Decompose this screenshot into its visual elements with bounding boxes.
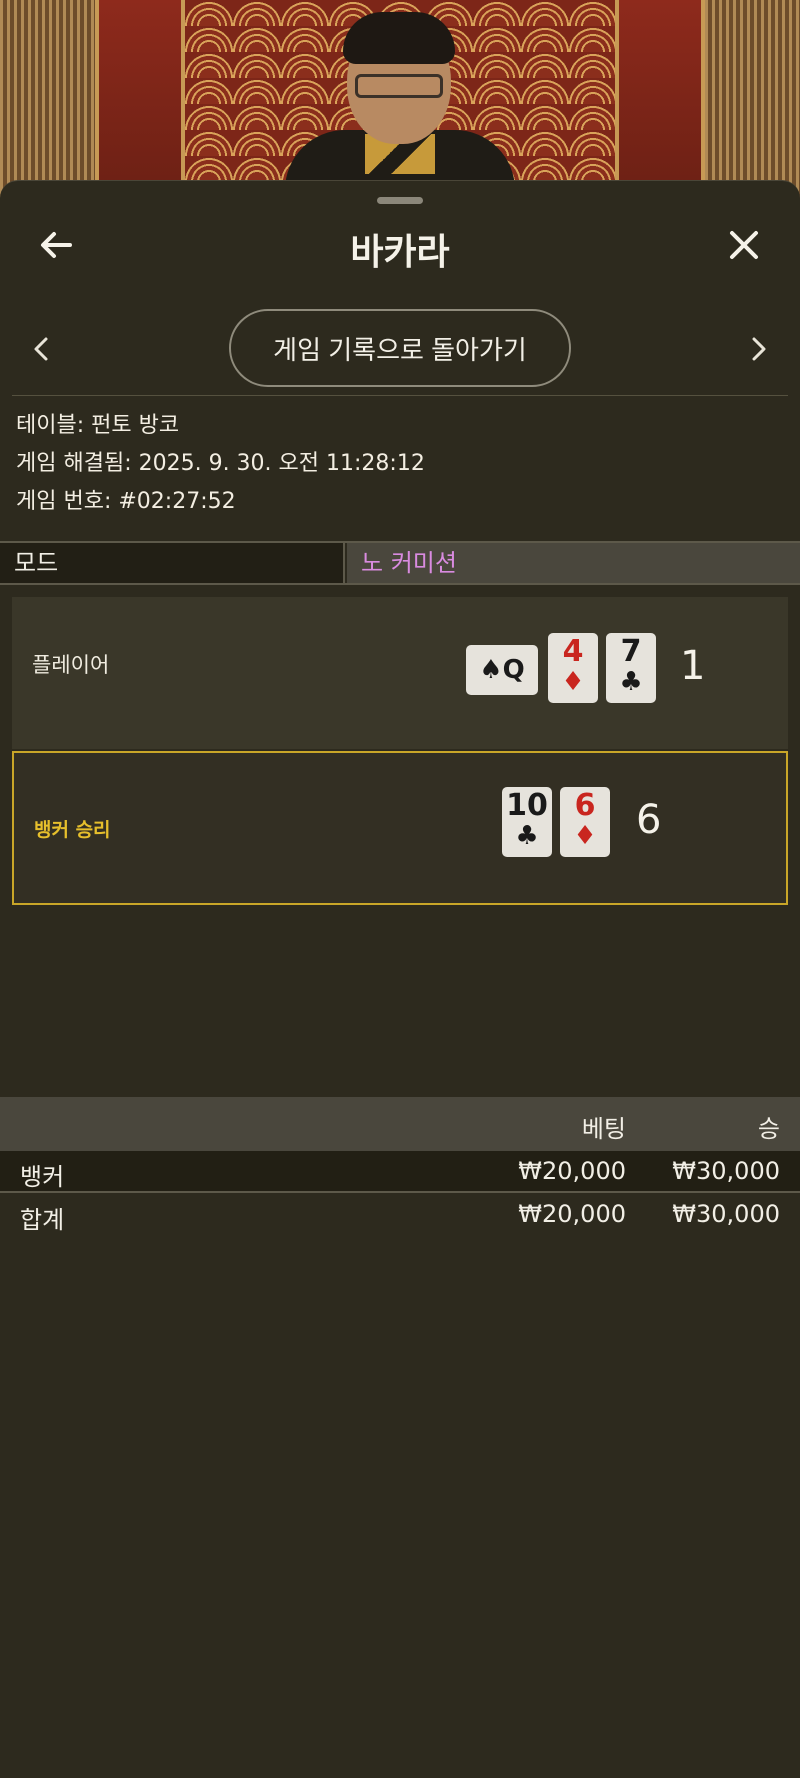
game-navigation: 게임 기록으로 돌아가기 <box>0 309 800 389</box>
bet-name: 뱅커 <box>20 1163 65 1191</box>
card-rank: Q <box>502 655 525 685</box>
mode-value: 노 커미션 <box>347 543 800 583</box>
card-rank: 7 <box>620 634 642 669</box>
banker-score: 6 <box>636 797 662 843</box>
total-win: ₩30,000 <box>672 1200 780 1228</box>
win-amount: ₩30,000 <box>672 1157 780 1185</box>
card-four-diamonds: 4 ♦ <box>548 633 598 703</box>
sheet-header: 바카라 <box>0 211 800 281</box>
card-seven-clubs: 7 ♣ <box>606 633 656 703</box>
card-suit: ♦ <box>561 667 585 697</box>
chevron-left-icon[interactable] <box>22 329 62 369</box>
page-title: 바카라 <box>350 232 450 273</box>
close-icon[interactable] <box>724 225 764 265</box>
curtain-left <box>0 0 95 200</box>
column-win: 승 <box>757 1115 780 1143</box>
card-suit: ♦ <box>573 821 597 851</box>
mode-row: 모드 노 커미션 <box>0 541 800 585</box>
game-info: 테이블: 펀토 방코 게임 해결됨: 2025. 9. 30. 오전 11:28… <box>16 407 786 521</box>
card-rank: 4 <box>562 634 584 669</box>
wall-panel-left <box>95 0 185 200</box>
sheet-drag-handle[interactable] <box>377 197 423 204</box>
card-suit: ♠ <box>479 655 503 685</box>
hands-panel: 플레이어 ♠Q 4 ♦ 7 ♣ 1 뱅커 승리 10 ♣ 6 ♦ 6 <box>12 597 788 917</box>
total-label: 합계 <box>20 1206 65 1234</box>
mode-label: 모드 <box>0 543 345 583</box>
game-number: 게임 번호: #02:27:52 <box>16 489 236 514</box>
chevron-right-icon[interactable] <box>738 329 778 369</box>
back-to-history-button[interactable]: 게임 기록으로 돌아가기 <box>229 309 571 387</box>
table-row-total: 합계 ₩20,000 ₩30,000 <box>0 1194 800 1236</box>
live-video-feed <box>0 0 800 200</box>
card-rank: 10 <box>506 788 548 823</box>
dealer-hair <box>343 12 455 64</box>
card-queen-spades: ♠Q <box>466 645 538 695</box>
table-name: 테이블: 펀토 방코 <box>16 413 180 438</box>
column-bet: 베팅 <box>581 1115 626 1143</box>
card-rank: 6 <box>574 788 596 823</box>
divider <box>12 395 788 396</box>
banker-hand: 뱅커 승리 10 ♣ 6 ♦ 6 <box>12 751 788 905</box>
card-ten-clubs: 10 ♣ <box>502 787 552 857</box>
bets-table-header: 베팅 승 <box>0 1097 800 1151</box>
game-resolved-time: 게임 해결됨: 2025. 9. 30. 오전 11:28:12 <box>16 451 425 476</box>
player-label: 플레이어 <box>32 653 110 677</box>
banker-result-label: 뱅커 승리 <box>34 819 111 841</box>
wall-panel-right <box>615 0 705 200</box>
card-suit: ♣ <box>619 667 643 697</box>
dealer <box>285 12 515 200</box>
player-score: 1 <box>680 643 706 689</box>
table-row: 뱅커 ₩20,000 ₩30,000 <box>0 1151 800 1193</box>
player-hand: 플레이어 ♠Q 4 ♦ 7 ♣ 1 <box>12 597 788 749</box>
total-bet: ₩20,000 <box>518 1200 626 1228</box>
card-suit: ♣ <box>515 821 539 851</box>
bet-amount: ₩20,000 <box>518 1157 626 1185</box>
game-detail-sheet: 바카라 게임 기록으로 돌아가기 테이블: 펀토 방코 게임 해결됨: 2025… <box>0 180 800 1778</box>
dealer-glasses <box>355 74 443 98</box>
curtain-right <box>705 0 800 200</box>
card-six-diamonds: 6 ♦ <box>560 787 610 857</box>
